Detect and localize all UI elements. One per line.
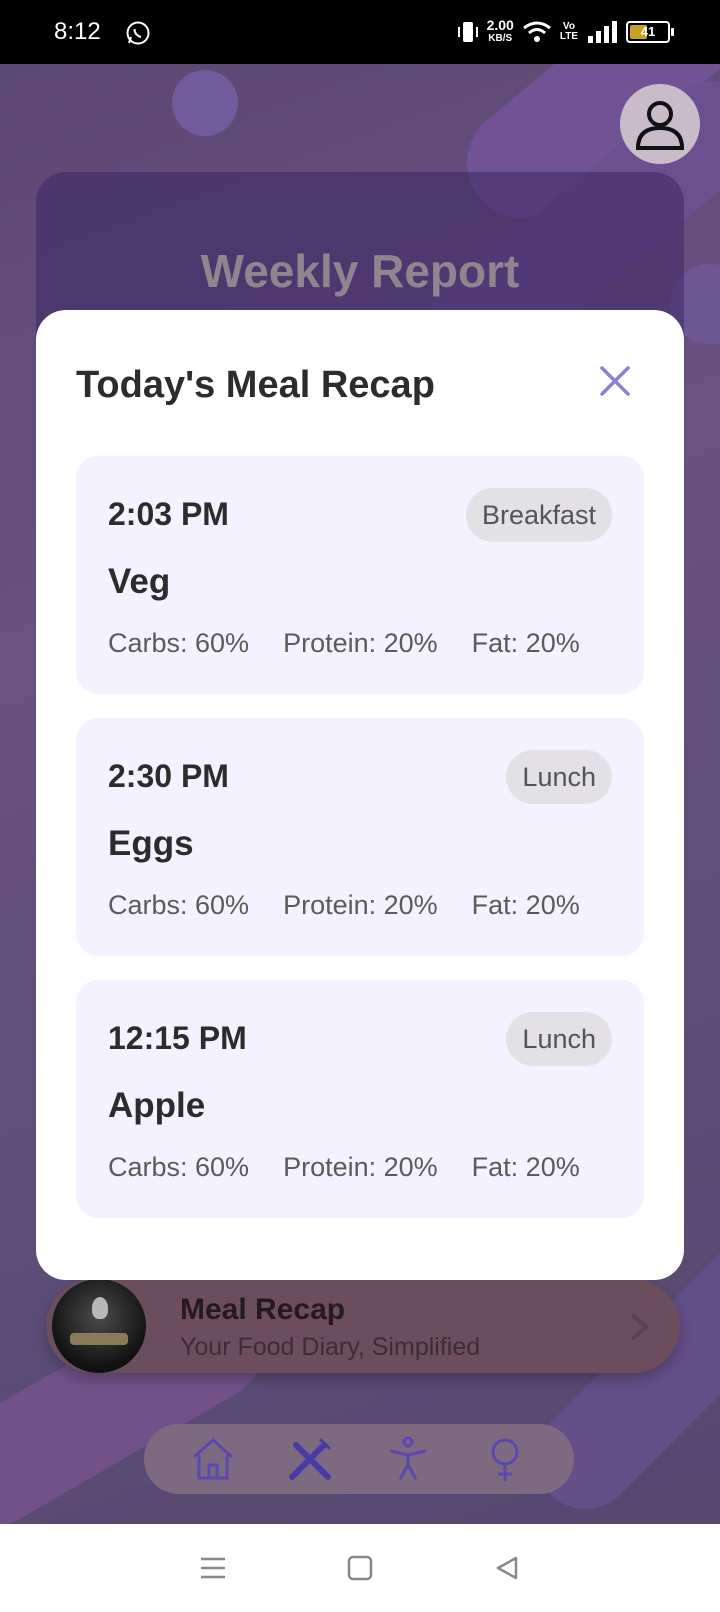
- volte-indicator: Vo LTE: [559, 21, 578, 42]
- meal-card[interactable]: 12:15 PM Lunch Apple Carbs: 60% Protein:…: [76, 980, 644, 1218]
- meal-recap-subtitle: Your Food Diary, Simplified: [180, 1333, 481, 1361]
- home-button[interactable]: [340, 1548, 380, 1588]
- meal-recap-title: Meal Recap: [180, 1293, 346, 1326]
- menu-icon: [201, 1557, 226, 1579]
- nav-home[interactable]: [188, 1434, 238, 1484]
- status-icons: 2.00 KB/S Vo LTE 41: [457, 16, 674, 48]
- whatsapp-icon: [126, 21, 150, 45]
- modal-title: Today's Meal Recap: [76, 364, 435, 406]
- meal-recap-thumbnail: [52, 1279, 146, 1373]
- nav-fitness[interactable]: [383, 1434, 433, 1484]
- meal-time: 2:30 PM: [108, 758, 229, 794]
- fitness-icon: [389, 1436, 427, 1480]
- macro-protein: Protein: 20%: [283, 628, 438, 658]
- bottom-nav: [144, 1424, 574, 1494]
- profile-button[interactable]: [620, 84, 700, 164]
- meal-card[interactable]: 2:30 PM Lunch Eggs Carbs: 60% Protein: 2…: [76, 718, 644, 956]
- utensils-icon: [289, 1437, 332, 1480]
- square-icon: [347, 1555, 373, 1581]
- meal-food: Eggs: [108, 824, 194, 863]
- female-icon: [491, 1438, 519, 1481]
- battery-level: 41: [640, 24, 656, 39]
- meal-food: Veg: [108, 562, 171, 601]
- meal-food: Apple: [108, 1086, 206, 1125]
- macro-fat: Fat: 20%: [471, 1152, 580, 1182]
- meal-time: 2:03 PM: [108, 496, 229, 532]
- meal-macros: Carbs: 60% Protein: 20% Fat: 20%: [108, 628, 580, 659]
- system-nav-bar: [0, 1524, 720, 1612]
- battery-icon: 41: [626, 21, 674, 43]
- meal-time: 12:15 PM: [108, 1020, 247, 1056]
- meal-type-badge: Lunch: [506, 750, 612, 804]
- meal-type-badge: Breakfast: [465, 488, 612, 542]
- macro-carbs: Carbs: 60%: [108, 1152, 250, 1182]
- macro-protein: Protein: 20%: [283, 890, 438, 920]
- macro-fat: Fat: 20%: [471, 628, 580, 658]
- macro-carbs: Carbs: 60%: [108, 628, 250, 658]
- net-speed: 2.00 KB/S: [486, 17, 514, 44]
- close-icon[interactable]: [598, 364, 632, 398]
- meal-recap-card[interactable]: Meal Recap Your Food Diary, Simplified: [46, 1279, 680, 1373]
- home-icon: [192, 1437, 233, 1480]
- back-button[interactable]: [487, 1548, 527, 1588]
- nav-female-health[interactable]: [480, 1434, 530, 1484]
- signal-icon: [588, 21, 617, 43]
- meal-recap-modal: Today's Meal Recap 2:03 PM Breakfast Veg…: [36, 310, 684, 1280]
- wifi-icon: [522, 21, 551, 42]
- back-triangle-icon: [496, 1556, 517, 1580]
- meal-type-badge: Lunch: [506, 1012, 612, 1066]
- recents-button[interactable]: [193, 1548, 233, 1588]
- vibrate-icon: [457, 22, 478, 42]
- status-bar: 8:12 2.00 KB/S Vo LTE 41: [0, 0, 720, 64]
- macro-fat: Fat: 20%: [471, 890, 580, 920]
- weekly-report-title: Weekly Report: [200, 245, 520, 297]
- meal-card[interactable]: 2:03 PM Breakfast Veg Carbs: 60% Protein…: [76, 456, 644, 694]
- chevron-right-icon: [630, 1313, 650, 1341]
- meal-macros: Carbs: 60% Protein: 20% Fat: 20%: [108, 890, 580, 921]
- macro-carbs: Carbs: 60%: [108, 890, 250, 920]
- nav-meals[interactable]: [285, 1434, 335, 1484]
- meal-macros: Carbs: 60% Protein: 20% Fat: 20%: [108, 1152, 580, 1183]
- user-icon: [635, 101, 685, 150]
- macro-protein: Protein: 20%: [283, 1152, 438, 1182]
- status-time: 8:12: [54, 18, 101, 45]
